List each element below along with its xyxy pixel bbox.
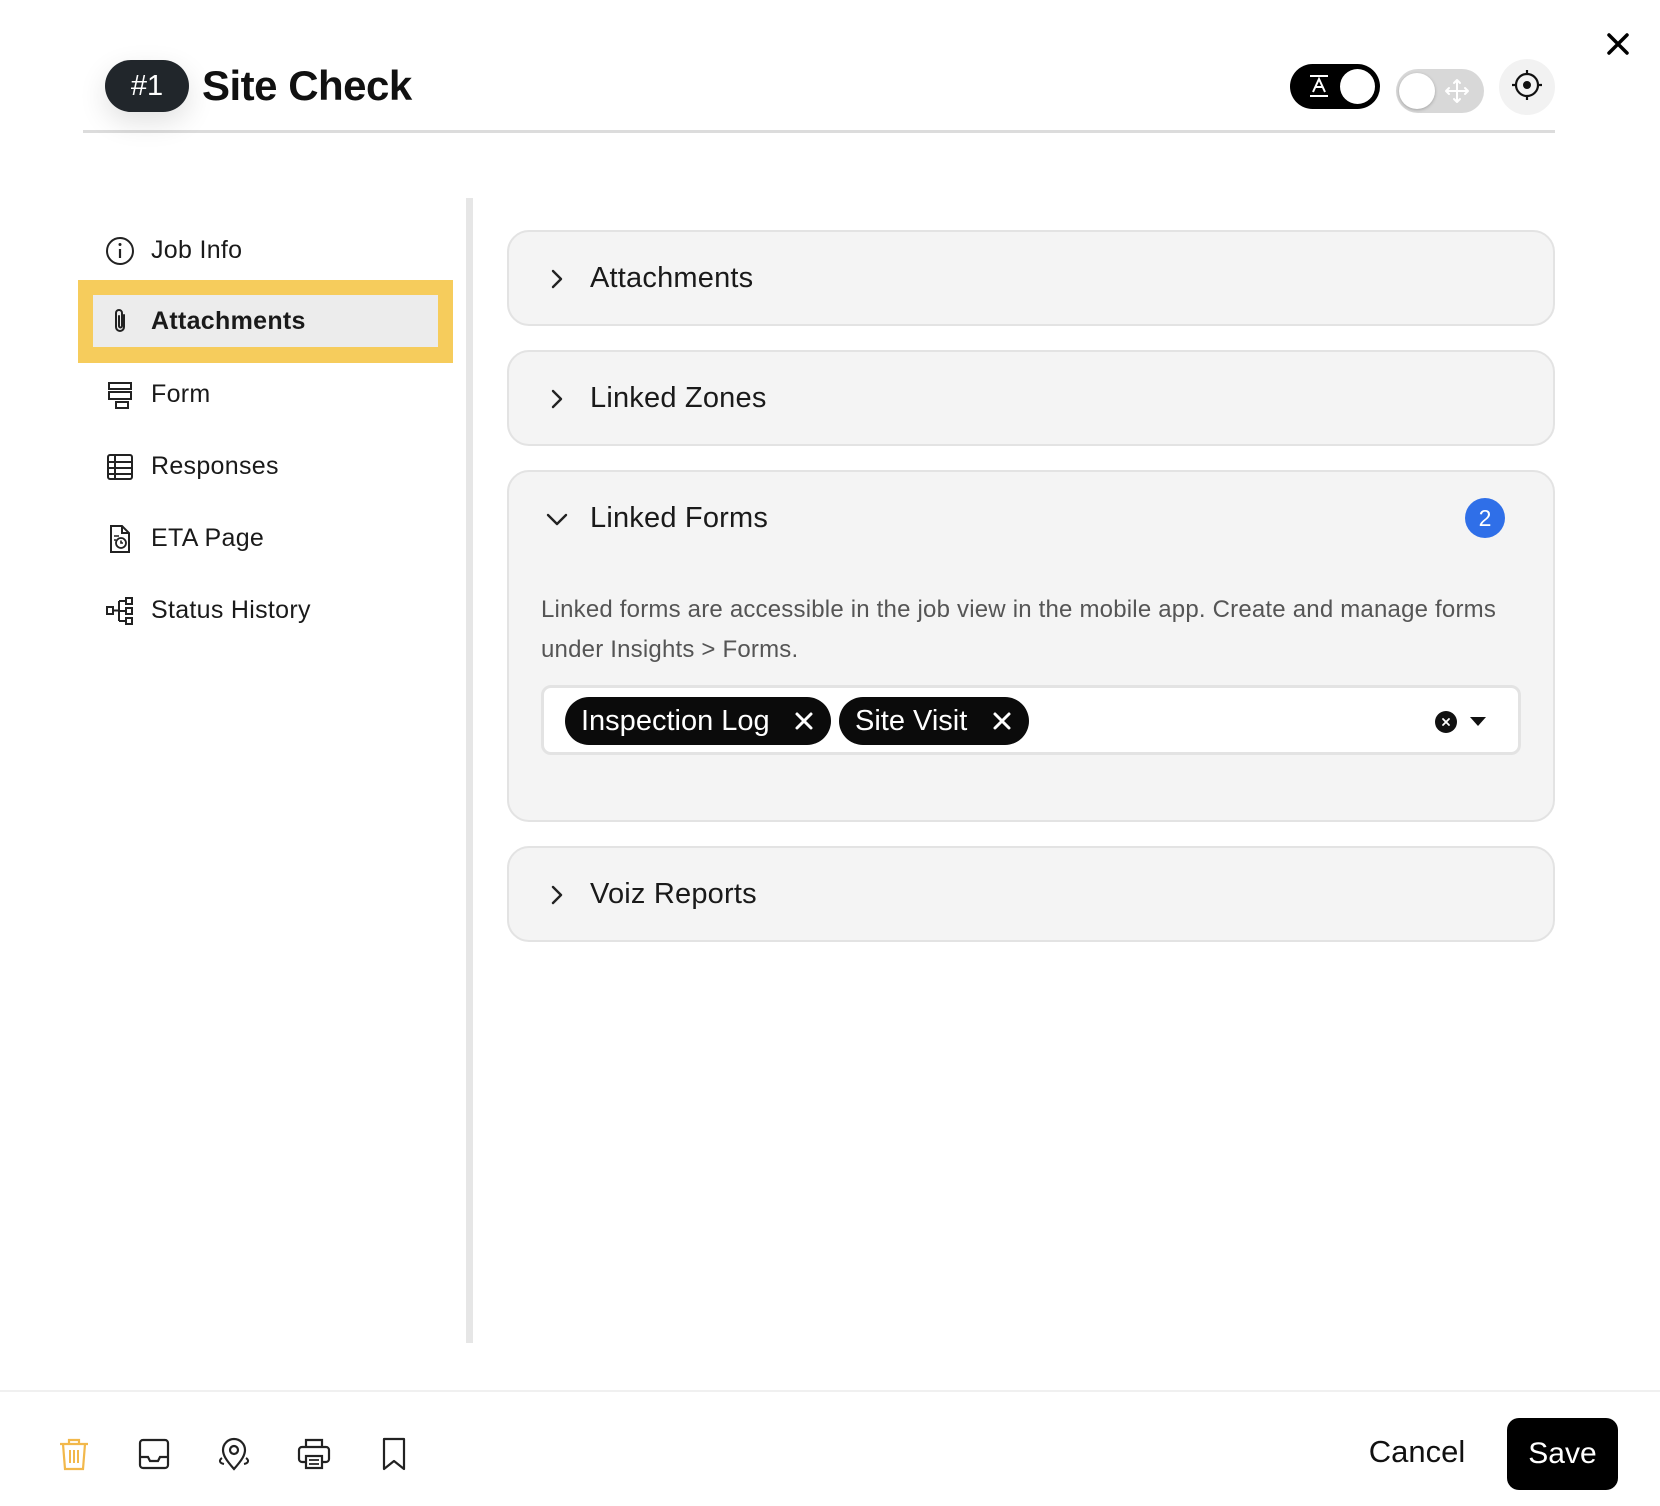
text-format-icon xyxy=(1306,73,1332,104)
panel-title: Linked Zones xyxy=(590,382,767,414)
sidebar-item-status-history[interactable]: Status History xyxy=(78,574,453,646)
sidebar-divider xyxy=(466,198,473,1343)
bookmark-icon[interactable] xyxy=(376,1436,412,1472)
voiz-reports-panel-header[interactable]: Voiz Reports xyxy=(509,848,1553,942)
table-icon xyxy=(105,452,135,482)
panel-title: Linked Forms xyxy=(590,502,769,534)
selected-form-chip: Site Visit xyxy=(839,697,1029,745)
job-number-badge: #1 xyxy=(105,60,189,112)
cancel-button[interactable]: Cancel xyxy=(1362,1422,1472,1482)
toggle-knob xyxy=(1399,73,1435,109)
attachments-panel: Attachments xyxy=(507,230,1555,326)
page-title: Site Check xyxy=(202,62,412,109)
sidebar-item-job-info[interactable]: Job Info xyxy=(78,214,453,286)
chevron-down-icon xyxy=(543,505,571,533)
printer-icon[interactable] xyxy=(296,1436,332,1472)
panel-title: Voiz Reports xyxy=(590,878,757,910)
sidebar-item-label: Attachments xyxy=(151,307,306,335)
attachments-panel-header[interactable]: Attachments xyxy=(509,232,1553,326)
sidebar-item-label: Responses xyxy=(151,451,279,480)
chevron-right-icon xyxy=(543,385,571,413)
locate-button[interactable] xyxy=(1499,59,1555,115)
info-icon xyxy=(105,236,135,266)
sidebar-item-responses[interactable]: Responses xyxy=(78,430,453,502)
sidebar-item-label: Status History xyxy=(151,595,311,624)
count-badge: 2 xyxy=(1465,498,1505,538)
map-pin-icon[interactable] xyxy=(216,1436,252,1472)
sidebar-item-attachments[interactable]: Attachments xyxy=(78,280,453,363)
close-icon[interactable] xyxy=(1600,26,1636,62)
sidebar-item-label: Form xyxy=(151,379,211,408)
linked-forms-panel: Linked Forms 2 Linked forms are accessib… xyxy=(507,470,1555,822)
sidebar-item-eta-page[interactable]: ETA Page xyxy=(78,502,453,574)
voiz-reports-panel: Voiz Reports xyxy=(507,846,1555,942)
crosshair-icon xyxy=(1511,69,1543,106)
hierarchy-icon xyxy=(105,596,135,626)
selected-form-chip: Inspection Log xyxy=(565,697,831,745)
footer-toolbar: Cancel Save xyxy=(0,1390,1660,1506)
sidebar-item-form[interactable]: Form xyxy=(78,358,453,430)
inbox-icon[interactable] xyxy=(136,1436,172,1472)
dropdown-arrow-icon[interactable] xyxy=(1470,717,1486,726)
page-header: #1 Site Check xyxy=(83,55,1555,133)
trash-icon[interactable] xyxy=(56,1436,92,1472)
linked-zones-panel-header[interactable]: Linked Zones xyxy=(509,352,1553,446)
panel-description: Linked forms are accessible in the job v… xyxy=(541,596,1497,663)
sidebar-item-label: Job Info xyxy=(151,235,243,264)
toggle-knob xyxy=(1340,69,1375,104)
text-mode-toggle[interactable] xyxy=(1290,64,1380,109)
panel-title: Attachments xyxy=(590,262,754,294)
move-mode-toggle[interactable] xyxy=(1396,69,1484,113)
clear-selection-icon[interactable] xyxy=(1435,711,1457,733)
form-icon xyxy=(105,380,135,410)
linked-forms-select[interactable]: Inspection Log Site Visit xyxy=(541,685,1521,755)
remove-chip-icon[interactable] xyxy=(791,708,817,734)
linked-zones-panel: Linked Zones xyxy=(507,350,1555,446)
document-clock-icon xyxy=(105,524,135,554)
linked-forms-panel-header[interactable]: Linked Forms 2 xyxy=(509,472,1553,566)
save-button[interactable]: Save xyxy=(1507,1418,1618,1490)
move-arrows-icon xyxy=(1444,78,1470,109)
chip-label: Inspection Log xyxy=(581,704,770,737)
paperclip-icon xyxy=(105,306,135,336)
chevron-right-icon xyxy=(543,881,571,909)
chip-label: Site Visit xyxy=(855,704,968,737)
chevron-right-icon xyxy=(543,265,571,293)
sidebar-item-label: ETA Page xyxy=(151,523,265,552)
remove-chip-icon[interactable] xyxy=(989,708,1015,734)
